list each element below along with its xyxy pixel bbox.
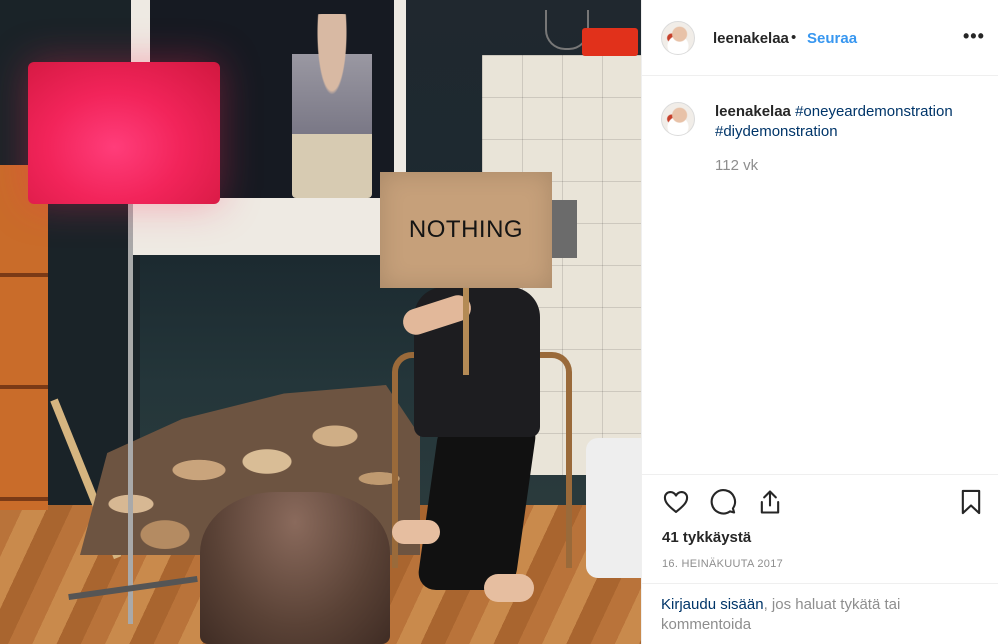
follow-button[interactable]: Seuraa	[807, 30, 857, 47]
login-link[interactable]: Kirjaudu sisään	[661, 596, 764, 613]
bookmark-icon[interactable]	[957, 488, 985, 516]
avatar[interactable]	[661, 21, 695, 55]
comment-icon[interactable]	[709, 488, 737, 516]
post-photo[interactable]: NOTHING	[0, 0, 641, 644]
lamp-shade	[28, 62, 220, 204]
separator-dot: •	[791, 29, 797, 46]
avatar[interactable]	[661, 102, 695, 136]
person-foot	[484, 574, 534, 602]
post-sidebar: leenakelaa • Seuraa ••• leenakelaa #oney…	[641, 0, 998, 644]
divider	[642, 474, 998, 475]
person-foot	[392, 520, 440, 544]
wooden-cabinet	[0, 165, 48, 510]
red-box	[582, 28, 638, 56]
leather-pouf	[200, 492, 390, 644]
likes-count[interactable]: 41 tykkäystä	[662, 529, 751, 546]
hashtag-link[interactable]: #oneyeardemonstration	[795, 103, 953, 120]
post-header: leenakelaa • Seuraa •••	[642, 0, 998, 76]
login-prompt: Kirjaudu sisään, jos haluat tykätä tai k…	[661, 595, 981, 635]
caption-text: leenakelaa #oneyeardemonstration #diydem…	[715, 102, 985, 142]
heart-icon[interactable]	[662, 488, 690, 516]
username-link[interactable]: leenakelaa	[713, 30, 789, 47]
caption-username-link[interactable]: leenakelaa	[715, 103, 791, 120]
post-date[interactable]: 16. HEINÄKUUTA 2017	[662, 558, 783, 570]
poster-figure	[292, 14, 372, 198]
sign-stick	[463, 285, 469, 375]
divider	[642, 583, 998, 584]
protest-sign: NOTHING	[380, 172, 552, 288]
sign-text: NOTHING	[408, 216, 524, 243]
lamp-pole	[128, 204, 133, 624]
hashtag-link[interactable]: #diydemonstration	[715, 123, 838, 140]
more-options-icon[interactable]: •••	[963, 26, 985, 47]
stove-door	[552, 200, 577, 258]
share-icon[interactable]	[756, 488, 784, 516]
white-armchair	[586, 438, 641, 578]
post-age[interactable]: 112 vk	[715, 157, 758, 174]
